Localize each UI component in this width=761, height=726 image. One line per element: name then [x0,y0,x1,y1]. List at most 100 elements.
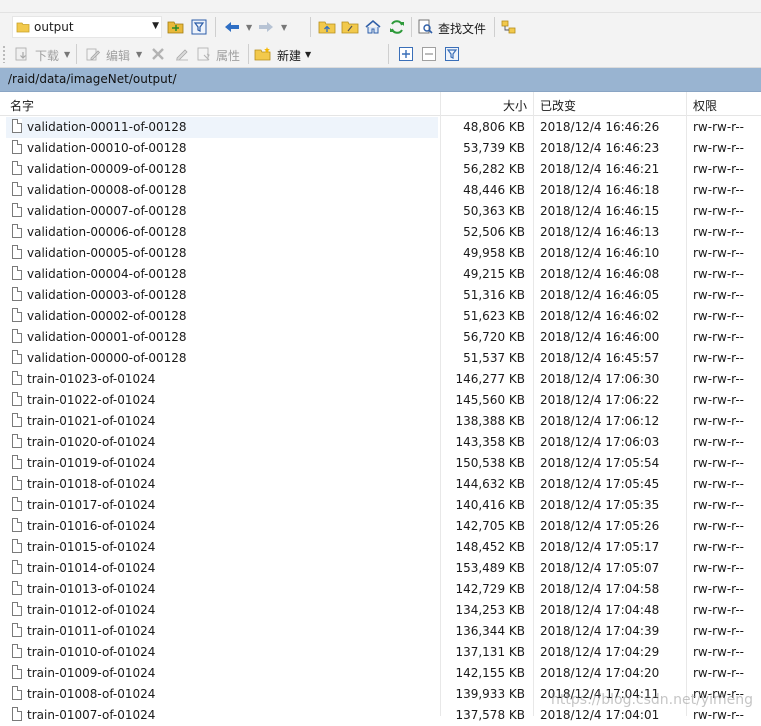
chevron-down-icon[interactable]: ▼ [152,21,159,31]
file-icon [12,161,22,175]
file-name: train-01022-of-01024 [27,393,156,407]
file-size: 145,560 KB [455,393,525,407]
refresh-icon [390,20,404,34]
edit-button[interactable]: 编辑 [106,47,130,64]
root-folder-button[interactable] [340,17,360,37]
file-size: 49,958 KB [463,246,525,260]
toolbar-separator [310,17,311,37]
download-icon-button[interactable] [12,44,32,64]
file-row[interactable]: validation-00001-of-00128 56,720 KB 2018/1… [0,327,761,348]
file-list-header: 名字 大小 已改变 权限 [0,92,761,116]
home-button[interactable] [363,17,383,37]
file-icon [12,140,22,154]
file-row[interactable]: train-01020-of-01024 143,358 KB 2018/12/4 … [0,432,761,453]
properties-button[interactable]: 属性 [216,47,240,64]
file-row[interactable]: train-01023-of-01024 146,277 KB 2018/12/4 … [0,369,761,390]
column-header-name[interactable]: 名字 [10,97,34,114]
edit-dropdown-icon[interactable]: ▼ [136,50,142,59]
parent-folder-button[interactable] [317,17,337,37]
delete-button[interactable] [148,44,168,64]
file-icon [12,182,22,196]
column-header-modified[interactable]: 已改变 [540,97,576,114]
file-row[interactable]: train-01015-of-01024 148,452 KB 2018/12/4 … [0,537,761,558]
download-button[interactable]: 下载 [35,47,59,64]
file-permissions: rw-rw-r-- [693,603,744,617]
filter-button[interactable] [189,17,209,37]
file-row[interactable]: validation-00009-of-00128 56,282 KB 2018/1… [0,159,761,180]
open-folder-icon [167,21,184,34]
file-icon [12,623,22,637]
forward-dropdown-icon[interactable]: ▼ [281,23,287,32]
file-row[interactable]: validation-00000-of-00128 51,537 KB 2018/1… [0,348,761,369]
refresh-button[interactable] [387,17,407,37]
new-dropdown-icon[interactable]: ▼ [305,50,311,59]
properties-icon-button[interactable] [194,44,214,64]
file-row[interactable]: validation-00002-of-00128 51,623 KB 2018/1… [0,306,761,327]
current-path[interactable]: /raid/data/imageNet/output/ [8,72,177,86]
file-modified: 2018/12/4 17:06:12 [540,414,660,428]
unselect-files-button[interactable] [419,44,439,64]
file-modified: 2018/12/4 17:05:07 [540,561,660,575]
location-combobox[interactable]: output ▼ [12,16,162,38]
edit-icon-button[interactable] [83,44,103,64]
column-header-size[interactable]: 大小 [503,97,527,114]
file-size: 49,215 KB [463,267,525,281]
toolbar-grip[interactable] [2,45,6,63]
file-row[interactable]: train-01010-of-01024 137,131 KB 2018/12/4 … [0,642,761,663]
file-row[interactable]: train-01018-of-01024 144,632 KB 2018/12/4 … [0,474,761,495]
file-row[interactable]: train-01017-of-01024 140,416 KB 2018/12/4 … [0,495,761,516]
file-row[interactable]: validation-00003-of-00128 51,316 KB 2018/1… [0,285,761,306]
file-permissions: rw-rw-r-- [693,288,744,302]
file-row[interactable]: train-01013-of-01024 142,729 KB 2018/12/4 … [0,579,761,600]
file-row[interactable]: validation-00004-of-00128 49,215 KB 2018/1… [0,264,761,285]
file-row[interactable]: train-01011-of-01024 136,344 KB 2018/12/4 … [0,621,761,642]
new-button[interactable]: 新建 [277,47,301,64]
open-folder-button[interactable] [166,17,186,37]
file-modified: 2018/12/4 16:46:18 [540,183,660,197]
file-icon [12,287,22,301]
file-size: 51,623 KB [463,309,525,323]
file-list: validation-00011-of-00128 48,806 KB 2018/1… [0,117,761,726]
back-dropdown-icon[interactable]: ▼ [246,23,252,32]
file-name: train-01017-of-01024 [27,498,156,512]
file-row[interactable]: validation-00006-of-00128 52,506 KB 2018/1… [0,222,761,243]
file-row[interactable]: validation-00011-of-00128 48,806 KB 2018/1… [0,117,761,138]
file-row[interactable]: validation-00010-of-00128 53,739 KB 2018/1… [0,138,761,159]
filter-icon [445,47,459,61]
filter-icon [191,19,207,35]
file-name: train-01013-of-01024 [27,582,156,596]
forward-button[interactable] [256,17,276,37]
rename-button[interactable] [172,44,192,64]
find-files-button[interactable]: 查找文件 [438,20,486,37]
file-modified: 2018/12/4 17:05:45 [540,477,660,491]
file-icon [12,686,22,700]
back-button[interactable] [222,17,242,37]
file-row[interactable]: train-01021-of-01024 138,388 KB 2018/12/4 … [0,411,761,432]
file-permissions: rw-rw-r-- [693,372,744,386]
toolbar-separator [215,17,216,37]
file-row[interactable]: train-01009-of-01024 142,155 KB 2018/12/4 … [0,663,761,684]
download-dropdown-icon[interactable]: ▼ [64,50,70,59]
select-files-button[interactable] [396,44,416,64]
file-row[interactable]: validation-00008-of-00128 48,446 KB 2018/1… [0,180,761,201]
file-row[interactable]: train-01014-of-01024 153,489 KB 2018/12/4 … [0,558,761,579]
file-name: train-01020-of-01024 [27,435,156,449]
file-row[interactable]: train-01022-of-01024 145,560 KB 2018/12/4 … [0,390,761,411]
tree-view-button[interactable] [499,17,519,37]
filter-mask-button[interactable] [442,44,462,64]
file-row[interactable]: validation-00007-of-00128 50,363 KB 2018/1… [0,201,761,222]
file-size: 134,253 KB [455,603,525,617]
find-files-icon-button[interactable] [416,17,436,37]
file-row[interactable]: train-01019-of-01024 150,538 KB 2018/12/4 … [0,453,761,474]
rename-icon [176,49,188,61]
new-icon-button[interactable] [253,44,273,64]
file-row[interactable]: train-01016-of-01024 142,705 KB 2018/12/4 … [0,516,761,537]
file-row[interactable]: validation-00005-of-00128 49,958 KB 2018/1… [0,243,761,264]
file-icon [12,560,22,574]
forward-arrow-icon [259,22,273,32]
column-header-permissions[interactable]: 权限 [693,97,717,114]
new-folder-icon [254,47,271,61]
minus-box-icon [422,47,436,61]
folder-icon [16,22,30,33]
file-row[interactable]: train-01012-of-01024 134,253 KB 2018/12/4 … [0,600,761,621]
